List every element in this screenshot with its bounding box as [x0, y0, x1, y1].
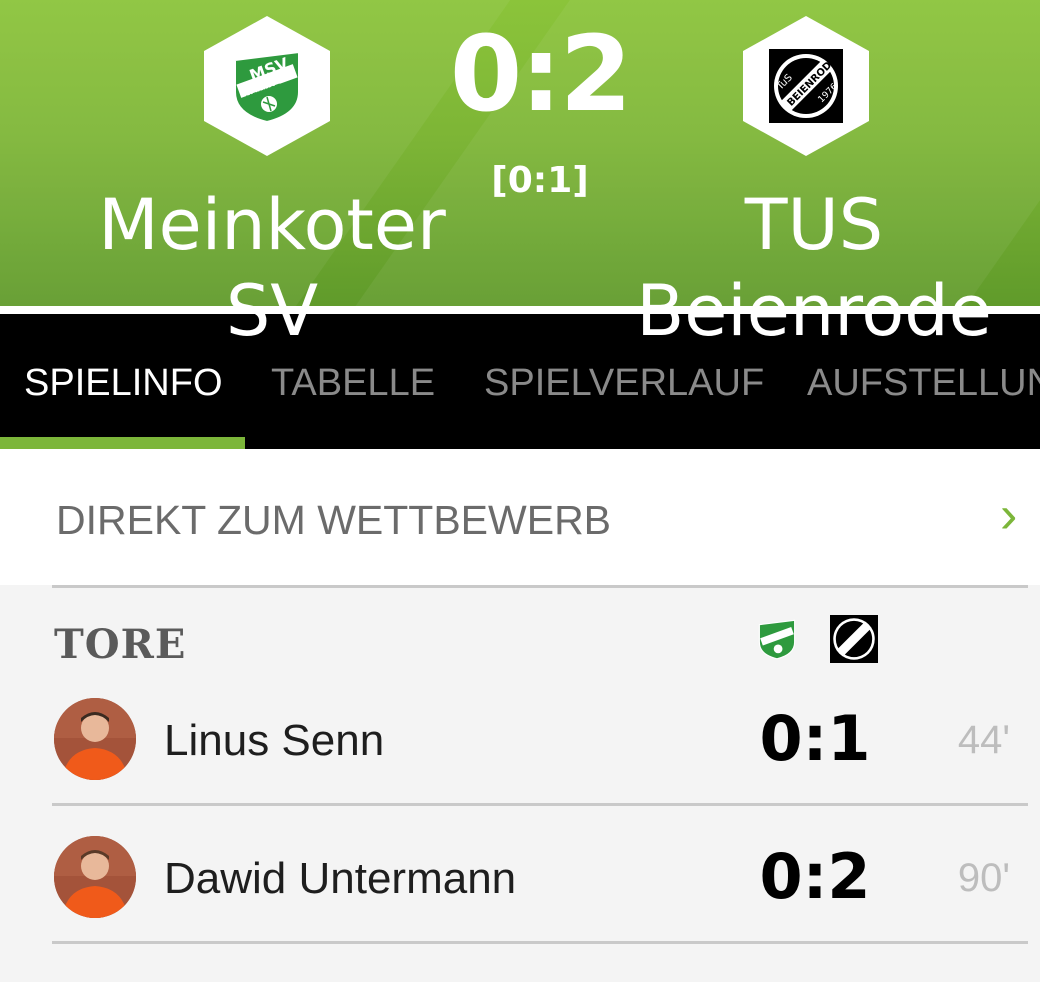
player-name: Linus Senn — [164, 716, 385, 765]
player-photo-icon — [54, 698, 136, 780]
away-team-mini-logo — [830, 614, 878, 664]
msv-crest-icon: MSV MEINKOT — [234, 50, 300, 124]
direct-link-label: DIREKT ZUM WETTBEWERB — [56, 497, 612, 543]
goal-row[interactable]: Linus Senn 0:1 44' — [0, 678, 1040, 798]
tab-tabelle[interactable]: TABELLE — [271, 362, 435, 405]
divider — [52, 941, 1028, 944]
halftime-score: [0:1] — [491, 160, 589, 201]
goal-score: 0:2 — [759, 840, 871, 913]
goals-section-title: TORE — [54, 621, 187, 668]
home-team-name[interactable]: Meinkoter SV — [62, 182, 482, 354]
tab-aufstellung[interactable]: AUFSTELLUN — [807, 362, 1040, 405]
tus-crest-icon: BEIENRODE TuS 1976 — [769, 49, 843, 123]
divider — [52, 585, 1028, 588]
player-name: Dawid Untermann — [164, 854, 517, 903]
msv-crest-icon — [758, 619, 796, 660]
goal-minute: 44' — [957, 718, 1010, 762]
player-photo-icon — [54, 836, 136, 918]
tab-spielverlauf[interactable]: SPIELVERLAUF — [484, 362, 764, 405]
divider — [52, 803, 1028, 806]
tus-crest-icon — [830, 615, 878, 663]
goal-minute: 90' — [957, 856, 1010, 900]
final-score: 0:2 — [449, 13, 632, 135]
away-team-name[interactable]: TUS Beienrode — [604, 182, 1024, 354]
home-team-mini-logo — [753, 614, 801, 664]
player-avatar — [54, 836, 136, 918]
active-tab-indicator — [0, 437, 245, 449]
match-info-content: DIREKT ZUM WETTBEWERB › TORE Linus Senn … — [0, 449, 1040, 982]
tab-spielinfo[interactable]: SPIELINFO — [24, 362, 223, 405]
goal-score: 0:1 — [759, 702, 871, 775]
player-avatar — [54, 698, 136, 780]
direct-to-competition-link[interactable]: DIREKT ZUM WETTBEWERB › — [0, 449, 1040, 585]
chevron-right-icon: › — [1000, 486, 1018, 544]
goal-row[interactable]: Dawid Untermann 0:2 90' — [0, 816, 1040, 936]
